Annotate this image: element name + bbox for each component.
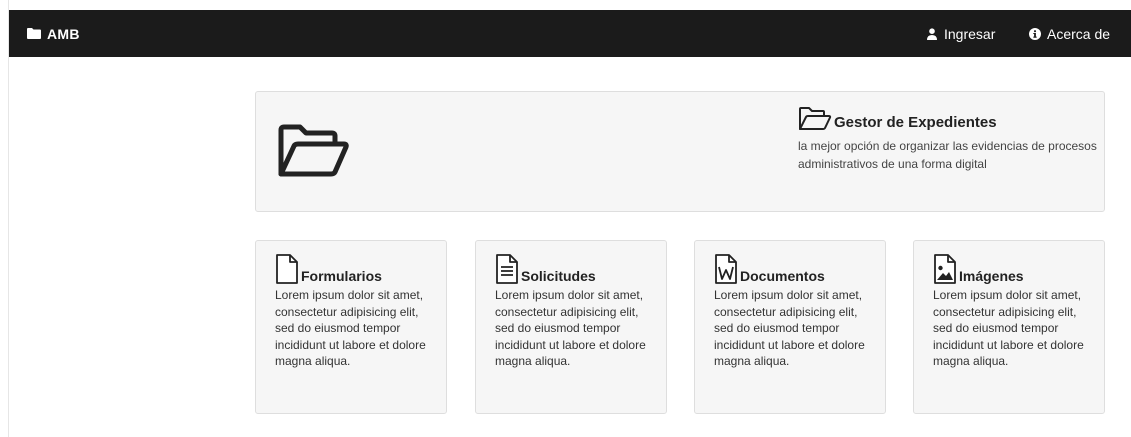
hero-title-row: Gestor de Expedientes	[798, 100, 1098, 132]
file-text-icon	[495, 253, 519, 285]
nav-ingresar-label: Ingresar	[944, 25, 996, 42]
card-title: Documentos	[740, 268, 825, 284]
info-circle-icon	[1029, 27, 1041, 40]
brand-link[interactable]: AMB	[27, 10, 80, 57]
nav-acerca-link[interactable]: Acerca de	[1029, 10, 1110, 57]
hero-description: la mejor opción de organizar las evidenc…	[798, 139, 1097, 171]
hero-panel: Gestor de Expedientes la mejor opción de…	[255, 91, 1105, 212]
card-body: Lorem ipsum dolor sit amet, consectetur …	[714, 288, 865, 368]
card-title: Imágenes	[959, 268, 1024, 284]
card-header: Solicitudes	[495, 251, 596, 285]
file-word-icon	[714, 253, 738, 285]
card-title: Solicitudes	[521, 268, 596, 284]
card-header: Formularios	[275, 251, 382, 285]
card-header: Imágenes	[933, 251, 1024, 285]
card-title: Formularios	[301, 268, 382, 284]
file-icon	[275, 253, 299, 285]
hero-title: Gestor de Expedientes	[834, 114, 997, 131]
brand-label: AMB	[47, 25, 80, 42]
card-body: Lorem ipsum dolor sit amet, consectetur …	[275, 288, 426, 368]
file-image-icon	[933, 253, 957, 285]
card-imagenes[interactable]: Imágenes Lorem ipsum dolor sit amet, con…	[913, 240, 1105, 414]
user-icon	[926, 27, 938, 40]
hero-text: Gestor de Expedientes la mejor opción de…	[798, 100, 1098, 173]
folder-icon	[27, 28, 41, 39]
nav-acerca-label: Acerca de	[1047, 25, 1111, 42]
card-solicitudes[interactable]: Solicitudes Lorem ipsum dolor sit amet, …	[475, 240, 667, 414]
card-body: Lorem ipsum dolor sit amet, consectetur …	[495, 288, 646, 368]
card-header: Documentos	[714, 251, 825, 285]
folder-open-icon	[276, 122, 350, 180]
card-formularios[interactable]: Formularios Lorem ipsum dolor sit amet, …	[255, 240, 447, 414]
card-body: Lorem ipsum dolor sit amet, consectetur …	[933, 288, 1084, 368]
nav-ingresar-link[interactable]: Ingresar	[926, 10, 995, 57]
folder-open-icon	[798, 106, 832, 132]
top-navbar: AMB Ingresar Acerca de	[9, 10, 1131, 57]
card-documentos[interactable]: Documentos Lorem ipsum dolor sit amet, c…	[694, 240, 886, 414]
